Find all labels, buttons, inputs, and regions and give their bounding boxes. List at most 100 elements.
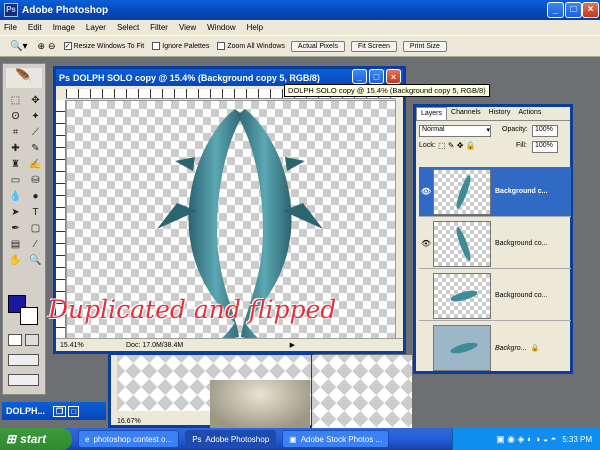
fill-field[interactable]: 100% xyxy=(532,141,558,153)
paint-bucket-icon[interactable]: ⛁ xyxy=(27,174,44,187)
status-arrow-icon[interactable]: ▶ xyxy=(290,341,295,349)
maximize-icon[interactable]: □ xyxy=(68,405,80,417)
eraser-tool-icon[interactable]: ▭ xyxy=(7,174,24,187)
minimize-button[interactable]: _ xyxy=(547,2,564,18)
taskbar-item-stock-photos[interactable]: ▣ Adobe Stock Photos ... xyxy=(282,430,390,448)
clock[interactable]: 5:33 PM xyxy=(562,435,592,444)
move-tool-icon[interactable]: ✥ xyxy=(27,94,44,107)
eyedropper-icon[interactable]: ⁄ xyxy=(27,238,44,251)
brush-tool-icon[interactable]: ✎ xyxy=(27,142,44,155)
shape-tool-icon[interactable]: ▢ xyxy=(27,222,44,235)
eye-icon[interactable]: 👁 xyxy=(419,187,433,196)
slice-tool-icon[interactable]: ⟋ xyxy=(27,126,44,139)
menu-filter[interactable]: Filter xyxy=(150,23,168,32)
marquee-tool-icon[interactable]: ⬚ xyxy=(7,94,24,107)
zoom-out-icon[interactable]: ⊖ xyxy=(48,41,56,52)
layers-palette[interactable]: Layers Channels History Actions Normal ▾ … xyxy=(413,104,573,374)
app-title: Adobe Photoshop xyxy=(22,4,109,16)
lasso-tool-icon[interactable]: ʘ xyxy=(7,110,24,123)
path-select-icon[interactable]: ➤ xyxy=(7,206,24,219)
layer-row[interactable]: Background co... xyxy=(419,271,571,321)
ps-doc-icon: Ps xyxy=(59,72,71,83)
app-titlebar: Ps Adobe Photoshop _ □ × xyxy=(0,0,600,20)
zoom-in-icon[interactable]: ⊕ xyxy=(37,41,45,52)
menu-image[interactable]: Image xyxy=(53,23,75,32)
zoom-tool-box-icon[interactable]: 🔍 xyxy=(27,254,44,267)
layer-row[interactable]: 👁 Background c... xyxy=(419,167,571,217)
resize-windows-checkbox[interactable]: ✓ Resize Windows To Fit xyxy=(63,42,144,50)
palette-tabs: Layers Channels History Actions xyxy=(416,107,570,121)
layer-row[interactable]: 👁 Background co... xyxy=(419,219,571,269)
notes-tool-icon[interactable]: ▤ xyxy=(7,238,24,251)
lock-icons[interactable]: ⬚ ✎ ✥ 🔒 xyxy=(438,141,476,150)
fit-screen-button[interactable]: Fit Screen xyxy=(351,40,397,52)
menu-layer[interactable]: Layer xyxy=(86,23,106,32)
quick-mask-icon[interactable] xyxy=(25,334,39,346)
tray-icons[interactable]: ▣ ◉ ◈ ◐ ◑ ◒ ◓ xyxy=(496,434,556,445)
close-button[interactable]: × xyxy=(582,2,599,18)
doc-close-button[interactable]: × xyxy=(386,69,401,84)
doc-size-info[interactable]: Doc: 17.0M/38.4M xyxy=(126,342,183,349)
photoshop-logo-icon: Ps xyxy=(4,3,18,17)
restore-icon[interactable]: ❐ xyxy=(53,405,67,417)
windows-logo-icon: ⊞ xyxy=(6,432,17,446)
ps-taskbar-icon: Ps xyxy=(192,434,202,444)
taskbar-item-browser[interactable]: e photoshop contest o... xyxy=(78,430,180,448)
history-brush-icon[interactable]: ✍ xyxy=(27,158,44,171)
layer-thumbnail xyxy=(433,272,491,319)
hand-tool-icon[interactable]: ✋ xyxy=(7,254,24,267)
pen-tool-icon[interactable]: ✒ xyxy=(7,222,24,235)
tab-layers[interactable]: Layers xyxy=(416,107,448,120)
menu-window[interactable]: Window xyxy=(207,23,235,32)
tab-actions[interactable]: Actions xyxy=(514,107,545,120)
windows-taskbar: ⊞ start e photoshop contest o... Ps Adobe P… xyxy=(0,428,600,450)
transparent-area xyxy=(312,355,412,428)
print-size-button[interactable]: Print Size xyxy=(402,40,447,52)
blend-mode-select[interactable]: Normal ▾ xyxy=(419,125,491,137)
menu-select[interactable]: Select xyxy=(117,23,139,32)
toolbox: 🪶 ⬚ ✥ ʘ ✦ ⌗ ⟋ ✚ ✎ ♜ ✍ ▭ ⛁ 💧 ● ➤ T ✒ ▢ ▤ … xyxy=(2,63,46,395)
skull-image xyxy=(210,380,310,428)
zoom-level[interactable]: 15.41% xyxy=(60,342,96,349)
crop-tool-icon[interactable]: ⌗ xyxy=(7,126,24,139)
layer-thumbnail xyxy=(433,168,491,215)
actual-pixels-button[interactable]: Actual Pixels xyxy=(290,40,345,52)
maximize-button[interactable]: □ xyxy=(565,2,582,18)
taskbar-item-photoshop[interactable]: Ps Adobe Photoshop xyxy=(185,430,277,448)
menu-view[interactable]: View xyxy=(179,23,196,32)
doc-maximize-button[interactable]: □ xyxy=(369,69,384,84)
bg-zoom-level: 16.67% xyxy=(117,418,141,425)
jump-to-imageready-icon[interactable] xyxy=(8,374,39,386)
blur-tool-icon[interactable]: 💧 xyxy=(7,190,24,203)
layer-name[interactable]: Backgro... xyxy=(495,345,527,352)
document-status-bar: 15.41% Doc: 17.0M/38.4M ▶ xyxy=(56,338,403,351)
menu-help[interactable]: Help xyxy=(247,23,263,32)
start-button[interactable]: ⊞ start xyxy=(0,428,72,450)
tab-history[interactable]: History xyxy=(485,107,515,120)
layer-thumbnail xyxy=(433,325,491,371)
opacity-field[interactable]: 100% xyxy=(532,125,558,137)
menu-edit[interactable]: Edit xyxy=(28,23,42,32)
layer-row[interactable]: Backgro... 🔒 xyxy=(419,323,571,373)
dodge-tool-icon[interactable]: ● xyxy=(27,190,44,203)
doc-minimize-button[interactable]: _ xyxy=(352,69,367,84)
layer-name[interactable]: Background co... xyxy=(495,292,548,299)
zoom-tool-icon[interactable]: 🔍▾ xyxy=(10,41,27,52)
layer-name[interactable]: Background co... xyxy=(495,240,548,247)
standard-mode-icon[interactable] xyxy=(8,334,22,346)
clone-stamp-icon[interactable]: ♜ xyxy=(7,158,24,171)
magic-wand-icon[interactable]: ✦ xyxy=(27,110,44,123)
minimized-title: DOLPH... xyxy=(6,406,46,416)
menu-bar: File Edit Image Layer Select Filter View… xyxy=(0,20,600,35)
healing-brush-icon[interactable]: ✚ xyxy=(7,142,24,155)
eye-icon[interactable]: 👁 xyxy=(419,239,433,248)
zoom-all-checkbox[interactable]: Zoom All Windows xyxy=(217,42,285,50)
tab-channels[interactable]: Channels xyxy=(447,107,485,120)
type-tool-icon[interactable]: T xyxy=(27,206,44,219)
menu-file[interactable]: File xyxy=(4,23,17,32)
ignore-palettes-checkbox[interactable]: Ignore Palettes xyxy=(152,42,209,50)
minimized-document[interactable]: DOLPH... ❐ □ xyxy=(2,402,106,420)
background-color-swatch[interactable] xyxy=(20,307,38,325)
screen-mode-icon[interactable] xyxy=(8,354,39,366)
layer-name[interactable]: Background c... xyxy=(495,188,548,195)
